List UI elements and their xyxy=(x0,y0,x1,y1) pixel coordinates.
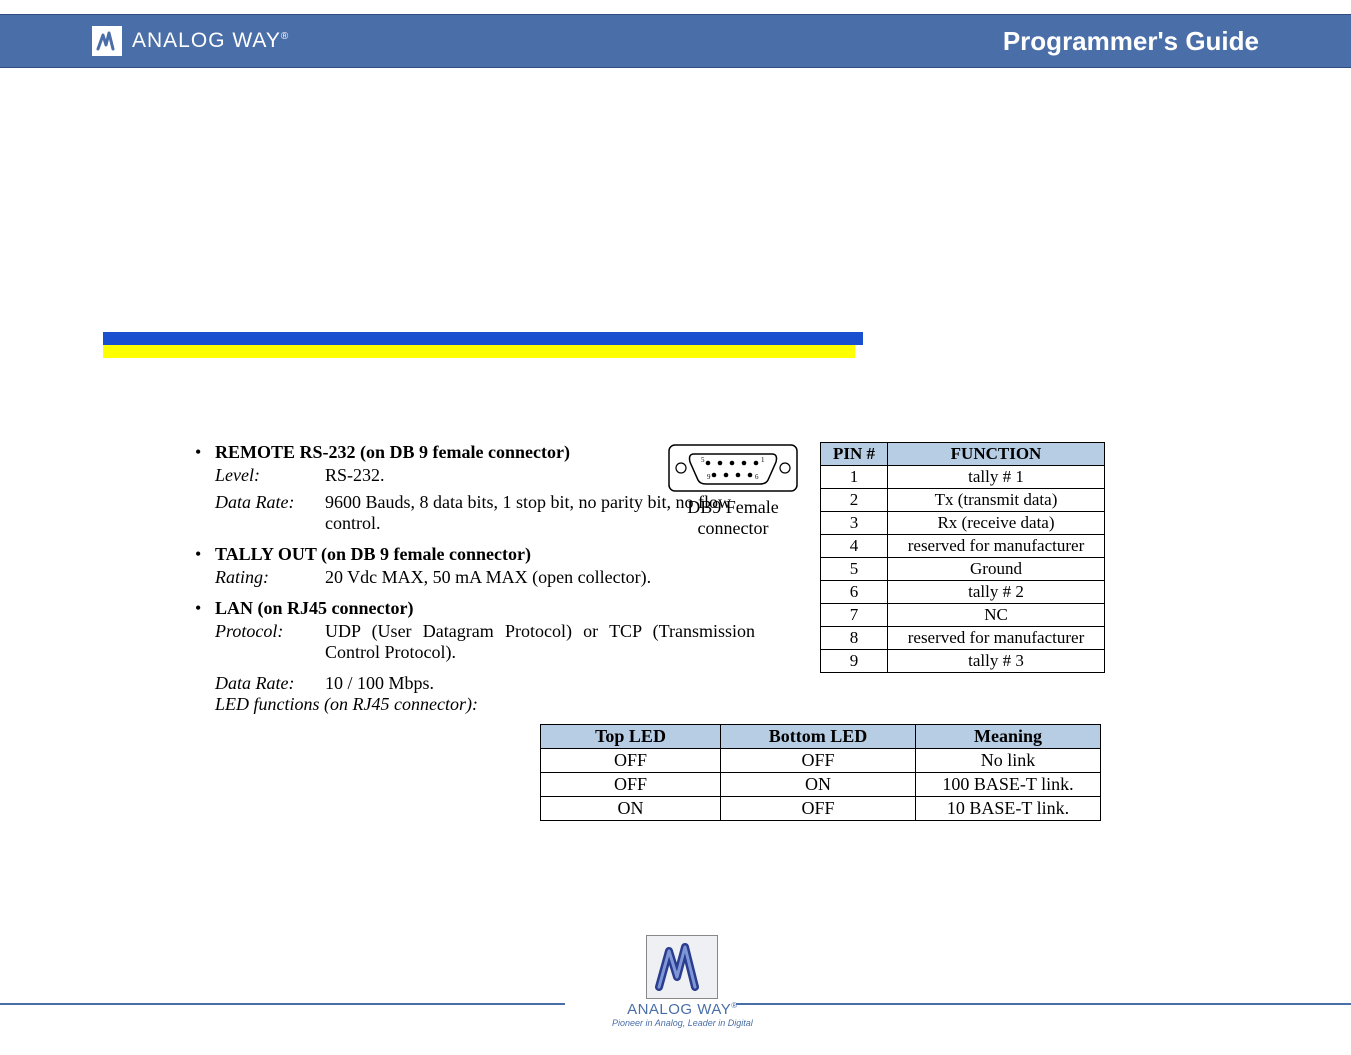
bullet-icon: • xyxy=(195,544,215,565)
led-bottom-cell: OFF xyxy=(721,797,916,821)
lan-datarate-row: Data Rate: 10 / 100 Mbps. xyxy=(215,673,1351,694)
footer-rule-left xyxy=(0,1003,565,1005)
lan-protocol-label: Protocol: xyxy=(215,621,325,663)
brand-name: ANALOG WAY® xyxy=(132,29,289,53)
pin-cell: 2 xyxy=(821,489,888,512)
fn-cell: NC xyxy=(888,604,1105,627)
section-lan-title: • LAN (on RJ45 connector) xyxy=(195,598,1351,619)
lan-ledfn-label: LED functions (on RJ45 connector): xyxy=(215,694,478,715)
footer-brand-text: ANALOG WAY xyxy=(627,1001,731,1018)
led-top-cell: OFF xyxy=(541,773,721,797)
rs232-level-label: Level: xyxy=(215,465,325,486)
header: ANALOG WAY® Programmer's Guide xyxy=(0,14,1351,68)
lan-protocol-row: Protocol: UDP (User Datagram Protocol) o… xyxy=(215,621,1351,663)
content: • REMOTE RS-232 (on DB 9 female connecto… xyxy=(195,442,1351,715)
table-row: OFF OFF No link xyxy=(541,749,1101,773)
pin-cell: 4 xyxy=(821,535,888,558)
table-row: 8reserved for manufacturer xyxy=(821,627,1105,650)
page-title: Programmer's Guide xyxy=(1003,26,1259,57)
table-row: 3Rx (receive data) xyxy=(821,512,1105,535)
pin-cell: 3 xyxy=(821,512,888,535)
tally-rating-label: Rating: xyxy=(215,567,325,588)
lan-datarate-value: 10 / 100 Mbps. xyxy=(325,673,434,694)
brand-text: ANALOG WAY xyxy=(132,29,281,52)
db9-caption-2: connector xyxy=(668,518,798,539)
table-row: 9tally # 3 xyxy=(821,650,1105,673)
rs232-level-value: RS-232. xyxy=(325,465,385,486)
footer-brand: ANALOG WAY® xyxy=(612,1001,753,1018)
highlight-bar-blue xyxy=(103,332,863,345)
footer-brand-mark: ® xyxy=(731,1001,737,1010)
db9-connector: 5 1 9 6 DB9 Female connector xyxy=(668,444,798,539)
led-table: Top LED Bottom LED Meaning OFF OFF No li… xyxy=(540,724,1101,821)
db9-caption-1: DB9 Female xyxy=(668,497,798,518)
table-row: 1tally # 1 xyxy=(821,466,1105,489)
pin-table: PIN # FUNCTION 1tally # 1 2Tx (transmit … xyxy=(820,442,1105,673)
svg-text:5: 5 xyxy=(701,456,705,464)
table-row: 6tally # 2 xyxy=(821,581,1105,604)
section-tally-title: • TALLY OUT (on DB 9 female connector) xyxy=(195,544,1351,565)
pin-cell: 7 xyxy=(821,604,888,627)
fn-cell: tally # 2 xyxy=(888,581,1105,604)
pin-cell: 1 xyxy=(821,466,888,489)
led-top-cell: OFF xyxy=(541,749,721,773)
led-meaning-cell: 100 BASE-T link. xyxy=(916,773,1101,797)
rs232-title: REMOTE RS-232 (on DB 9 female connector) xyxy=(215,442,570,463)
led-head-meaning: Meaning xyxy=(916,725,1101,749)
svg-text:1: 1 xyxy=(761,456,765,464)
fn-cell: Rx (receive data) xyxy=(888,512,1105,535)
led-head-top: Top LED xyxy=(541,725,721,749)
lan-title: LAN (on RJ45 connector) xyxy=(215,598,413,619)
tally-rating-value: 20 Vdc MAX, 50 mA MAX (open collector). xyxy=(325,567,651,588)
fn-cell: tally # 3 xyxy=(888,650,1105,673)
led-bottom-cell: ON xyxy=(721,773,916,797)
footer-logo: ANALOG WAY® Pioneer in Analog, Leader in… xyxy=(612,935,753,1028)
tally-rating-row: Rating: 20 Vdc MAX, 50 mA MAX (open coll… xyxy=(215,567,1351,588)
led-top-cell: ON xyxy=(541,797,721,821)
pin-cell: 5 xyxy=(821,558,888,581)
highlight-bars xyxy=(103,332,1351,358)
svg-text:9: 9 xyxy=(707,473,711,481)
footer-tagline: Pioneer in Analog, Leader in Digital xyxy=(612,1018,753,1028)
header-left: ANALOG WAY® xyxy=(92,26,289,56)
table-row: ON OFF 10 BASE-T link. xyxy=(541,797,1101,821)
tally-title: TALLY OUT (on DB 9 female connector) xyxy=(215,544,531,565)
led-head-bottom: Bottom LED xyxy=(721,725,916,749)
bullet-icon: • xyxy=(195,598,215,619)
lan-datarate-label: Data Rate: xyxy=(215,673,325,694)
pin-cell: 9 xyxy=(821,650,888,673)
highlight-bar-yellow xyxy=(103,345,855,358)
table-row: 4reserved for manufacturer xyxy=(821,535,1105,558)
table-row: 2Tx (transmit data) xyxy=(821,489,1105,512)
lan-ledfn-row: LED functions (on RJ45 connector): xyxy=(215,694,1351,715)
table-row: 7NC xyxy=(821,604,1105,627)
rs232-datarate-label: Data Rate: xyxy=(215,492,325,534)
footer-rule-right xyxy=(736,1003,1351,1005)
footer-logo-icon xyxy=(646,935,718,999)
footer: ANALOG WAY® Pioneer in Analog, Leader in… xyxy=(0,935,1351,1055)
table-row: OFF ON 100 BASE-T link. xyxy=(541,773,1101,797)
led-bottom-cell: OFF xyxy=(721,749,916,773)
fn-cell: tally # 1 xyxy=(888,466,1105,489)
pin-cell: 8 xyxy=(821,627,888,650)
led-meaning-cell: No link xyxy=(916,749,1101,773)
brand-logo-icon xyxy=(92,26,122,56)
brand-mark: ® xyxy=(281,31,289,42)
bullet-icon: • xyxy=(195,442,215,463)
table-row: 5Ground xyxy=(821,558,1105,581)
lan-protocol-value: UDP (User Datagram Protocol) or TCP (Tra… xyxy=(325,621,755,663)
fn-cell: reserved for manufacturer xyxy=(888,535,1105,558)
fn-cell: Tx (transmit data) xyxy=(888,489,1105,512)
led-meaning-cell: 10 BASE-T link. xyxy=(916,797,1101,821)
pin-cell: 6 xyxy=(821,581,888,604)
fn-cell: Ground xyxy=(888,558,1105,581)
db9-connector-icon: 5 1 9 6 xyxy=(668,444,798,497)
svg-text:6: 6 xyxy=(755,473,759,481)
pin-table-head-pin: PIN # xyxy=(821,443,888,466)
fn-cell: reserved for manufacturer xyxy=(888,627,1105,650)
pin-table-head-fn: FUNCTION xyxy=(888,443,1105,466)
